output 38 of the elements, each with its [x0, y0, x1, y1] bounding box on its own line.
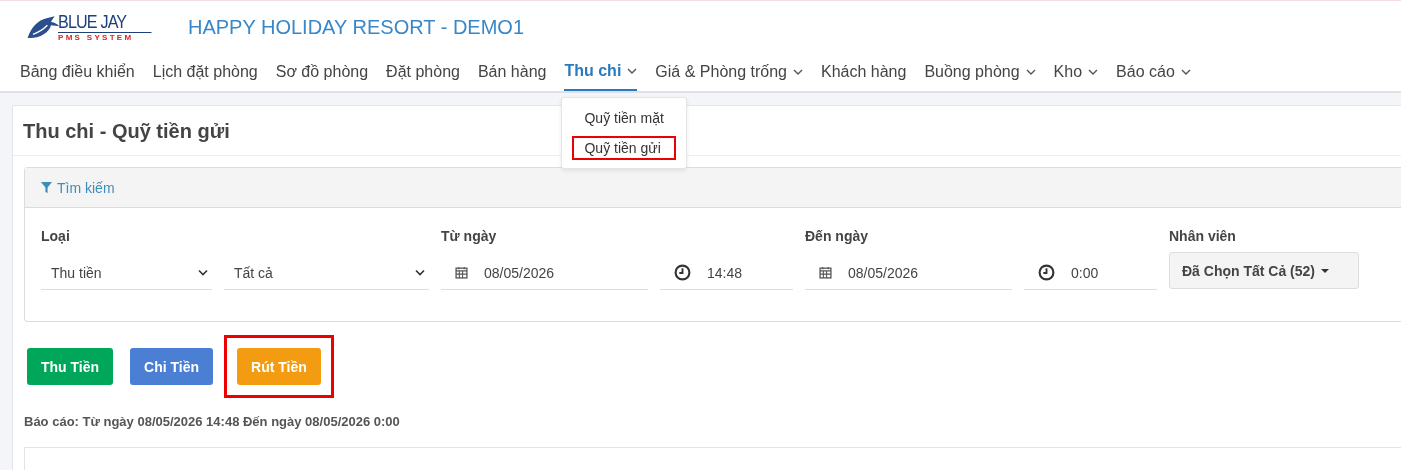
action-button[interactable]: Chi Tiền: [130, 348, 214, 385]
chevron-icon: [198, 269, 208, 276]
nav-tab[interactable]: Báo cáo: [1116, 53, 1191, 91]
logo-tagline: PMS SYSTEM: [58, 32, 135, 43]
calendar-icon: [819, 266, 832, 279]
clock-icon: [1038, 264, 1055, 281]
select-field[interactable]: Tất cả: [224, 256, 429, 290]
field-label: Nhân viên: [1169, 228, 1237, 246]
nav-tab[interactable]: Bảng điều khiển: [20, 53, 135, 91]
nav-tab[interactable]: Buồng phòng: [924, 53, 1036, 91]
hotel-title: HAPPY HOLIDAY RESORT - DEMO1: [188, 15, 525, 39]
report-caption: Báo cáo: Từ ngày 08/05/2026 14:48 Đến ngày 08/05/2026 0:00: [24, 414, 401, 429]
nav-tab[interactable]: Đặt phòng: [386, 53, 460, 91]
menu-item[interactable]: Quỹ tiền gửi: [572, 136, 676, 160]
calendar-icon: [455, 266, 468, 279]
date-field[interactable]: 08/05/2026: [805, 256, 1012, 290]
filter-icon: [41, 182, 52, 193]
select-field[interactable]: Thu tiền: [41, 256, 212, 290]
menu-item[interactable]: Quỹ tiền mặt: [572, 106, 676, 130]
logo-name: BLUE JAY: [58, 11, 152, 33]
chevron-icon: [415, 269, 425, 276]
time-field[interactable]: 0:00: [1024, 256, 1157, 290]
nav-tab[interactable]: Lịch đặt phòng: [152, 53, 258, 91]
staff-dropdown[interactable]: Đã Chọn Tất Cả (52): [1169, 252, 1359, 289]
clock-icon: [674, 264, 691, 281]
search-title: Tìm kiếm: [57, 179, 115, 196]
field-label: Từ ngày: [441, 228, 498, 246]
nav-tab[interactable]: Bán hàng: [477, 53, 547, 91]
nav-tab[interactable]: Thu chi: [564, 53, 638, 91]
field-label: Loại: [41, 228, 71, 246]
nav-tab[interactable]: Giá & Phòng trống: [655, 53, 803, 91]
caret-icon: [1321, 268, 1329, 273]
date-field[interactable]: 08/05/2026: [441, 256, 648, 290]
nav-tab[interactable]: Sơ đồ phòng: [275, 53, 369, 91]
nav-tab[interactable]: Kho: [1053, 53, 1099, 91]
time-field[interactable]: 14:48: [660, 256, 793, 290]
field-label: Đến ngày: [805, 228, 869, 246]
nav-tab[interactable]: Khách hàng: [821, 53, 907, 91]
